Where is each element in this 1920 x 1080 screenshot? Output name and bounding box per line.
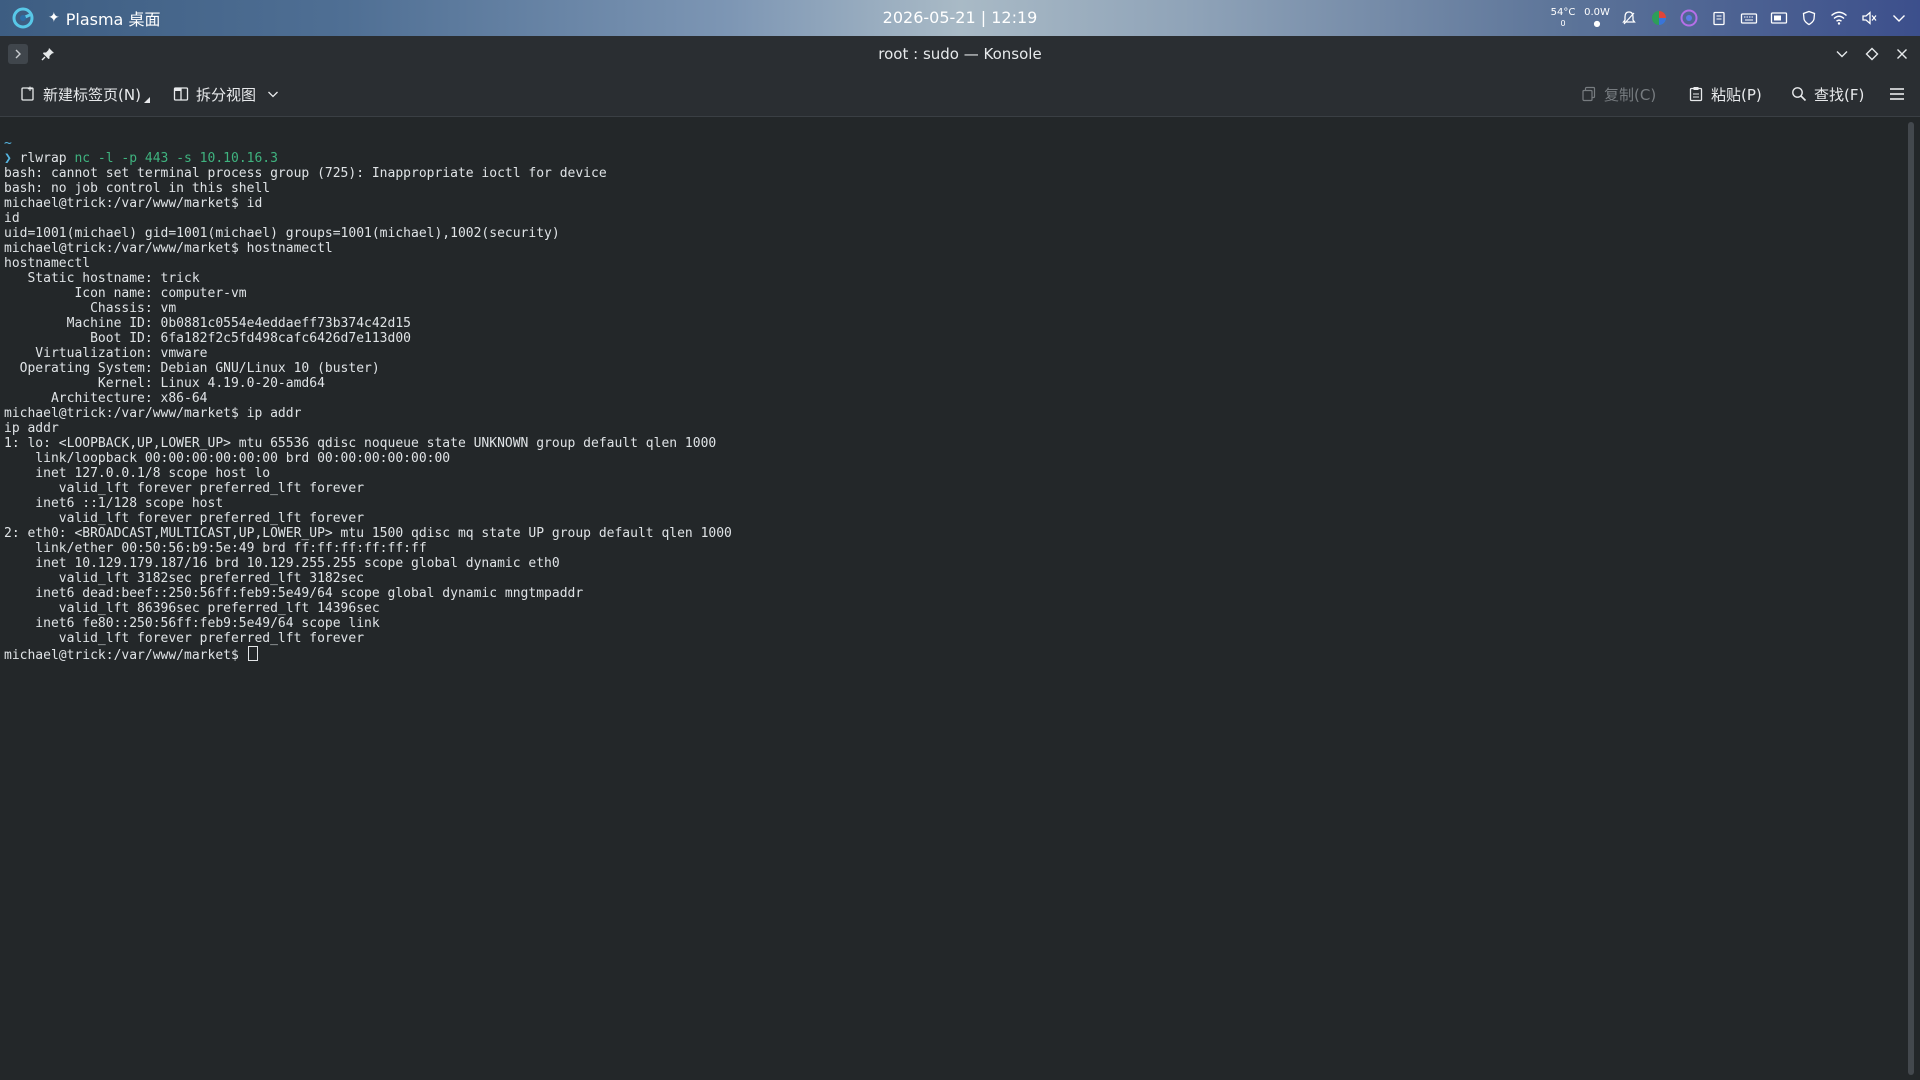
terminal-line: michael@trick:/var/www/market$ ip addr <box>4 406 302 421</box>
terminal-line: Architecture: x86-64 <box>4 391 208 406</box>
power-dot-icon: ● <box>1593 19 1601 28</box>
terminal-line: bash: no job control in this shell <box>4 181 271 196</box>
terminal-line: bash: cannot set terminal process group … <box>4 166 607 181</box>
terminal-cursor <box>247 646 258 661</box>
terminal-line: 2: eth0: <BROADCAST,MULTICAST,UP,LOWER_U… <box>4 526 732 541</box>
app-menu-button[interactable]: ✦ Plasma 桌面 <box>48 6 160 30</box>
top-panel: ✦ Plasma 桌面 2026-05-21 | 12:19 54°C 0 0.… <box>0 0 1920 36</box>
copy-label: 复制(C) <box>1604 85 1657 104</box>
display-icon[interactable] <box>1764 0 1794 36</box>
maximize-icon <box>1865 47 1879 61</box>
color-picker-icon[interactable] <box>1644 0 1674 36</box>
minimize-icon <box>1836 51 1848 58</box>
activity-icon[interactable] <box>1674 0 1704 36</box>
terminal-line: Machine ID: 0b0881c0554e4eddaeff73b374c4… <box>4 316 411 331</box>
terminal-scrollbar[interactable] <box>1908 122 1914 1075</box>
terminal-line: valid_lft forever preferred_lft forever <box>4 481 365 496</box>
power-value: 0.0W <box>1584 7 1610 18</box>
paste-button[interactable]: 粘贴(P) <box>1688 80 1762 108</box>
minimize-button[interactable] <box>1832 42 1852 66</box>
terminal-line: Operating System: Debian GNU/Linux 10 (b… <box>4 361 380 376</box>
wifi-icon[interactable] <box>1824 0 1854 36</box>
terminal-line: 1: lo: <LOOPBACK,UP,LOWER_UP> mtu 65536 … <box>4 436 717 451</box>
command-name: rlwrap <box>19 151 67 166</box>
vpn-icon[interactable] <box>1794 0 1824 36</box>
new-tab-button[interactable]: 新建标签页(N) <box>20 80 158 108</box>
close-button[interactable] <box>1892 42 1912 66</box>
terminal-line: michael@trick:/var/www/market$ <box>4 646 732 663</box>
find-label: 查找(F) <box>1814 85 1865 104</box>
terminal-line: inet 10.129.179.187/16 brd 10.129.255.25… <box>4 556 560 571</box>
volume-muted-icon[interactable] <box>1854 0 1884 36</box>
copy-icon <box>1582 86 1596 102</box>
keyboard-icon[interactable] <box>1734 0 1764 36</box>
hamburger-menu-icon <box>1890 88 1904 100</box>
find-button[interactable]: 查找(F) <box>1791 80 1864 108</box>
terminal-line: inet6 fe80::250:56ff:feb9:5e49/64 scope … <box>4 616 380 631</box>
terminal-body: bash: cannot set terminal process group … <box>4 166 732 646</box>
search-icon <box>1792 87 1807 102</box>
terminal-line: michael@trick:/var/www/market$ id <box>4 196 263 211</box>
konsole-toolbar: 新建标签页(N) 拆分视图 复制(C) 粘贴(P) 查找(F) <box>0 72 1920 117</box>
terminal-line: inet6 dead:beef::250:56ff:feb9:5e49/64 s… <box>4 586 584 601</box>
temperature-indicator[interactable]: 54°C 0 <box>1546 0 1580 36</box>
terminal-line: ~ <box>4 136 732 151</box>
maximize-button[interactable] <box>1862 42 1882 66</box>
new-tab-icon <box>21 86 34 101</box>
copy-button[interactable]: 复制(C) <box>1581 80 1656 108</box>
new-tab-label: 新建标签页(N) <box>43 85 141 104</box>
hamburger-menu-button[interactable] <box>1888 80 1913 108</box>
terminal-line: id <box>4 211 20 226</box>
paste-label: 粘贴(P) <box>1711 85 1762 104</box>
split-view-label: 拆分视图 <box>196 85 257 104</box>
terminal-line: ❯ rlwrap nc -l -p 443 -s 10.10.16.3 <box>4 151 732 166</box>
terminal-line: michael@trick:/var/www/market$ hostnamec… <box>4 241 333 256</box>
paste-icon <box>1689 87 1703 102</box>
dropdown-corner-icon <box>143 97 150 103</box>
sparkle-icon: ✦ <box>48 10 60 26</box>
terminal-line: Static hostname: trick <box>4 271 200 286</box>
terminal-line: Virtualization: vmware <box>4 346 208 361</box>
terminal-line: inet 127.0.0.1/8 scope host lo <box>4 466 271 481</box>
terminal-line: Boot ID: 6fa182f2c5fd498cafc6426d7e113d0… <box>4 331 411 346</box>
window-title: root : sudo — Konsole <box>878 45 1042 63</box>
terminal-line: valid_lft 86396sec preferred_lft 14396se… <box>4 601 380 616</box>
power-indicator[interactable]: 0.0W ● <box>1580 0 1614 36</box>
terminal-line: valid_lft forever preferred_lft forever <box>4 511 365 526</box>
terminal-line: hostnamectl <box>4 256 91 271</box>
terminal-line: ip addr <box>4 421 59 436</box>
tray-expand-icon[interactable] <box>1884 0 1914 36</box>
final-prompt: michael@trick:/var/www/market$ <box>4 648 247 663</box>
prompt-arrow-icon: ❯ <box>4 151 12 166</box>
terminal-line: inet6 ::1/128 scope host <box>4 496 224 511</box>
terminal-line: link/loopback 00:00:00:00:00:00 brd 00:0… <box>4 451 451 466</box>
terminal-line: link/ether 00:50:56:b9:5e:49 brd ff:ff:f… <box>4 541 427 556</box>
terminal-view[interactable]: ~ ❯ rlwrap nc -l -p 443 -s 10.10.16.3 ba… <box>0 117 1900 1080</box>
notifications-icon[interactable] <box>1614 0 1644 36</box>
terminal-line: uid=1001(michael) gid=1001(michael) grou… <box>4 226 560 241</box>
launcher-icon[interactable] <box>10 5 36 31</box>
terminal-line: valid_lft forever preferred_lft forever <box>4 631 365 646</box>
split-view-icon <box>173 87 189 101</box>
temperature-sub: 0 <box>1560 19 1566 28</box>
terminal-output: ~ ❯ rlwrap nc -l -p 443 -s 10.10.16.3 ba… <box>4 136 732 663</box>
chevron-down-icon <box>268 91 278 98</box>
close-icon <box>1897 49 1907 59</box>
cwd-tilde: ~ <box>4 136 12 151</box>
terminal-line: Icon name: computer-vm <box>4 286 247 301</box>
terminal-line: valid_lft 3182sec preferred_lft 3182sec <box>4 571 365 586</box>
terminal-line: Chassis: vm <box>4 301 177 316</box>
terminal-line: Kernel: Linux 4.19.0-20-amd64 <box>4 376 325 391</box>
clipboard-icon[interactable] <box>1704 0 1734 36</box>
window-titlebar[interactable]: root : sudo — Konsole <box>0 36 1920 72</box>
system-tray: 54°C 0 0.0W ● <box>1546 0 1914 36</box>
app-menu-label: Plasma 桌面 <box>65 10 161 29</box>
split-view-button[interactable]: 拆分视图 <box>173 80 287 108</box>
temperature-value: 54°C <box>1550 7 1576 18</box>
command-args: nc -l -p 443 -s 10.10.16.3 <box>74 151 278 166</box>
